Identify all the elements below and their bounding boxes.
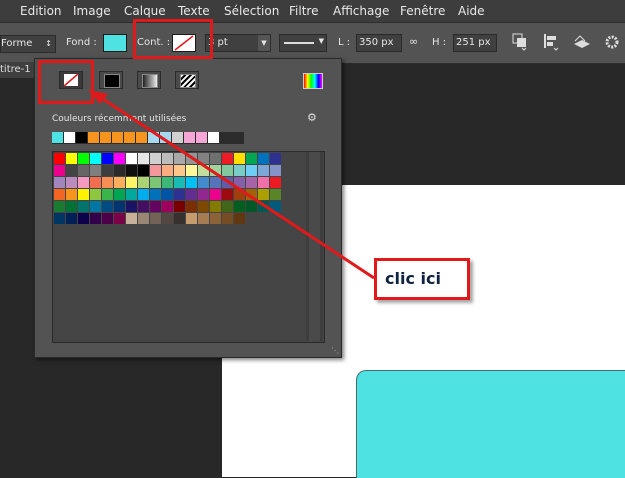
callout-text: clic ici [385,269,441,288]
annotation-arrow [88,90,375,280]
callout-box: clic ici [374,258,470,300]
